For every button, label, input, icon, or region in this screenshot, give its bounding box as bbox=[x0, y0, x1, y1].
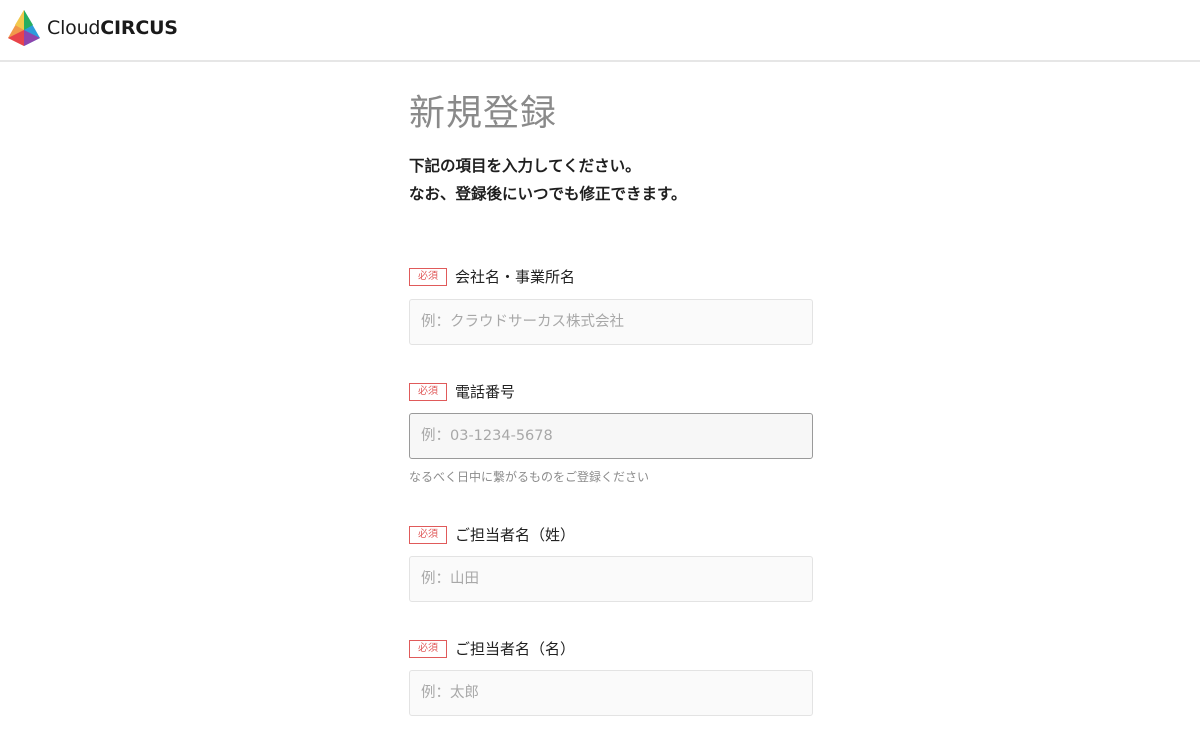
last-name-field-label: 必須 ご担当者名（姓） bbox=[409, 524, 575, 545]
page-title: 新規登録 bbox=[409, 93, 558, 134]
cloudcircus-logo[interactable]: CloudCIRCUS bbox=[4, 8, 178, 48]
intro-line-2: なお、登録後にいつでも修正できます。 bbox=[409, 185, 687, 203]
phone-field-label: 必須 電話番号 bbox=[409, 381, 515, 402]
last-name-label-text: ご担当者名（姓） bbox=[455, 526, 576, 544]
logo-wordmark-light: Cloud bbox=[47, 17, 101, 39]
phone-hint-text: なるべく日中に繋がるものをご登録ください bbox=[409, 470, 650, 484]
site-header: CloudCIRCUS bbox=[0, 0, 1200, 62]
first-name-field-label: 必須 ご担当者名（名） bbox=[409, 638, 575, 659]
cloudcircus-logo-icon bbox=[8, 10, 40, 46]
phone-label-text: 電話番号 bbox=[455, 383, 516, 401]
required-badge: 必須 bbox=[409, 267, 447, 286]
phone-number-input[interactable] bbox=[409, 413, 813, 459]
required-badge: 必須 bbox=[409, 382, 447, 401]
required-badge: 必須 bbox=[409, 639, 447, 658]
first-name-label-text: ご担当者名（名） bbox=[455, 640, 576, 658]
last-name-input[interactable] bbox=[409, 556, 813, 602]
company-label-text: 会社名・事業所名 bbox=[455, 268, 576, 286]
first-name-input[interactable] bbox=[409, 670, 813, 716]
logo-wordmark: CloudCIRCUS bbox=[47, 17, 178, 39]
intro-line-1: 下記の項目を入力してください。 bbox=[409, 157, 641, 175]
company-name-input[interactable] bbox=[409, 299, 813, 345]
intro-text: 下記の項目を入力してください。 なお、登録後にいつでも修正できます。 bbox=[409, 152, 686, 208]
logo-wordmark-bold: CIRCUS bbox=[100, 17, 178, 39]
required-badge: 必須 bbox=[409, 525, 447, 544]
company-field-label: 必須 会社名・事業所名 bbox=[409, 266, 575, 287]
